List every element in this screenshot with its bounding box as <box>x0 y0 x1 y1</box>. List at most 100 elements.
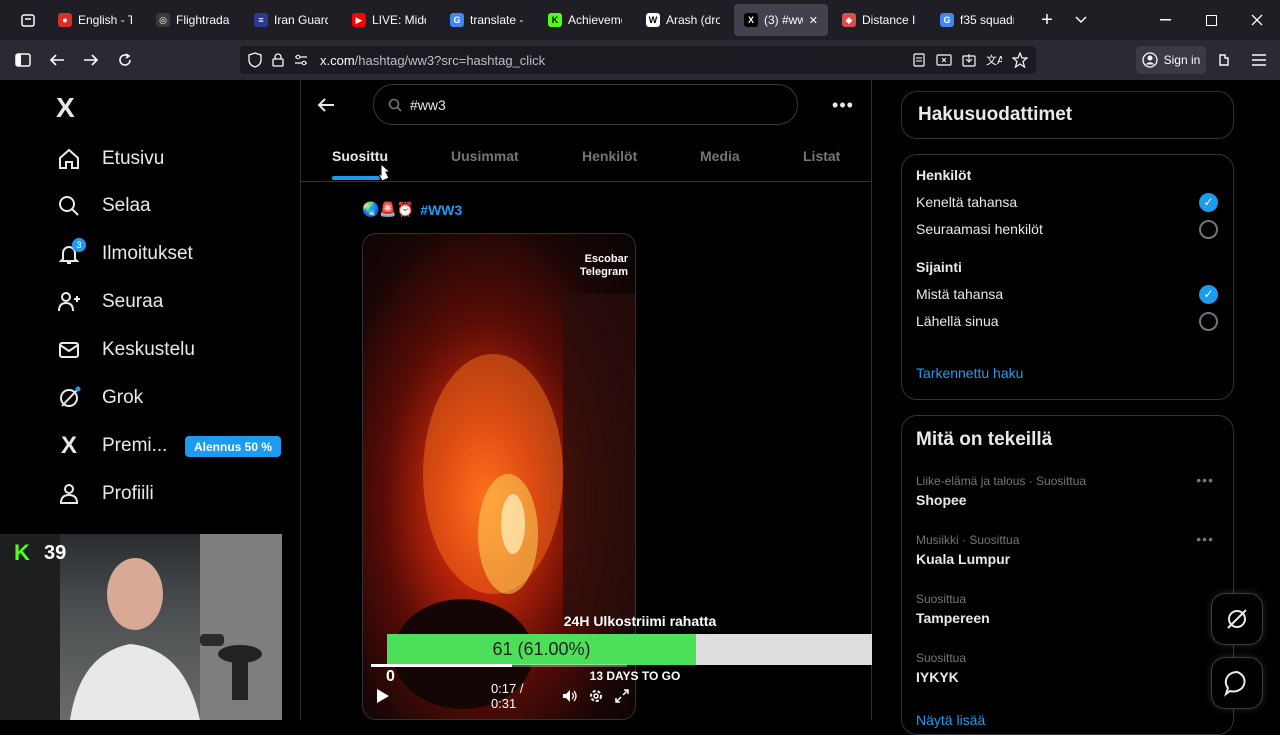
forward-icon[interactable] <box>74 43 108 77</box>
messages-floating-button[interactable] <box>1211 657 1263 709</box>
browser-tab[interactable]: Gf35 squadr <box>930 4 1024 36</box>
list-all-tabs-icon[interactable] <box>1064 3 1098 37</box>
video-progress-bar[interactable] <box>371 664 627 667</box>
grok-icon <box>56 385 82 411</box>
fullscreen-icon[interactable] <box>614 688 630 704</box>
settings-gear-icon[interactable] <box>588 688 604 704</box>
browser-tab[interactable]: ◎ Flightradar <box>146 4 240 36</box>
location-filter-heading: Sijainti <box>916 259 962 275</box>
tab-people[interactable]: Henkilöt <box>582 130 637 182</box>
trend-more-icon[interactable]: ••• <box>1196 472 1214 488</box>
browser-tab[interactable]: Gtranslate - <box>440 4 534 36</box>
filter-anyone[interactable]: Keneltä tahansa ✓ <box>916 192 1218 212</box>
radio-checked-icon[interactable]: ✓ <box>1199 192 1218 212</box>
close-tab-icon[interactable]: ✕ <box>809 14 818 27</box>
translate-icon[interactable]: 文A <box>986 53 1002 67</box>
active-tab-indicator <box>332 176 380 180</box>
nav-label-follow: Seuraa <box>102 291 164 312</box>
subathon-goal-title: 24H Ulkostriimi rahatta <box>563 613 717 629</box>
subathon-goal-value: 61 (61.00%) <box>492 639 591 659</box>
nav-item-grok[interactable]: Grok <box>56 378 143 418</box>
search-input[interactable]: #ww3 <box>373 84 798 125</box>
reload-icon[interactable] <box>108 43 142 77</box>
radio-unchecked-icon[interactable] <box>1199 219 1218 239</box>
extensions-icon[interactable] <box>1208 43 1242 77</box>
tab-label: English - T <box>78 13 132 27</box>
lock-icon[interactable] <box>272 53 284 67</box>
new-tab-button[interactable]: + <box>1030 3 1064 37</box>
nav-item-home[interactable]: Etusivu <box>56 139 164 179</box>
grok-floating-button[interactable] <box>1211 593 1263 645</box>
trend-item[interactable]: Musiikki · Suosittua Kuala Lumpur ••• <box>916 531 1218 567</box>
tab-label: LIVE: Midd <box>372 13 426 27</box>
notification-count-badge: 3 <box>72 238 86 252</box>
tab-overview-icon[interactable] <box>8 3 48 37</box>
advanced-search-link[interactable]: Tarkennettu haku <box>916 365 1023 381</box>
trend-name: Shopee <box>916 492 967 508</box>
browser-tab[interactable]: X (3) #ww ✕ <box>734 4 828 36</box>
premium-discount-badge[interactable]: Alennus 50 % <box>185 436 281 457</box>
nav-item-profile[interactable]: Profiili <box>56 474 154 514</box>
trend-meta: Liike-elämä ja talous · Suosittua <box>916 474 1087 488</box>
radio-checked-icon[interactable]: ✓ <box>1199 284 1218 304</box>
browser-tab[interactable]: ▶ LIVE: Midd <box>342 4 436 36</box>
browser-tab[interactable]: ≡ Iran Guard <box>244 4 338 36</box>
subathon-goal-bar: 61 (61.00%) <box>387 634 894 665</box>
post-hashtag-link[interactable]: #WW3 <box>420 202 462 218</box>
browser-tab[interactable]: K Achieveme <box>538 4 632 36</box>
tab-label: f35 squadr <box>960 13 1014 27</box>
nav-label-profile: Profiili <box>102 483 154 504</box>
menu-icon[interactable] <box>1242 43 1276 77</box>
sidebar-toggle-icon[interactable] <box>6 43 40 77</box>
more-options-icon[interactable]: ••• <box>830 92 856 118</box>
tab-favicon-icon: X <box>744 13 758 27</box>
filter-anywhere[interactable]: Mistä tahansa ✓ <box>916 284 1218 304</box>
browser-tab[interactable]: W Arash (dro <box>636 4 730 36</box>
filter-people-you-follow[interactable]: Seuraamasi henkilöt <box>916 219 1218 239</box>
trend-item[interactable]: Liike-elämä ja talous · Suosittua Shopee… <box>916 472 1218 508</box>
bookmark-star-icon[interactable] <box>1012 52 1028 68</box>
maximize-window-button[interactable] <box>1188 3 1234 37</box>
play-icon[interactable] <box>376 688 390 704</box>
trend-item[interactable]: Suosittua Tampereen <box>916 592 1218 626</box>
trend-item[interactable]: Suosittua IYKYK <box>916 651 1218 685</box>
tab-media[interactable]: Media <box>700 130 740 182</box>
video-progress-fill <box>371 664 512 667</box>
trend-name: Kuala Lumpur <box>916 551 1011 567</box>
nav-item-explore[interactable]: Selaa <box>56 186 151 226</box>
nav-item-messages[interactable]: Keskustelu <box>56 330 195 370</box>
tab-label: Iran Guard <box>274 13 328 27</box>
url-bar[interactable]: x.com/hashtag/ww3?src=hashtag_click 文A <box>240 46 1036 74</box>
minimize-window-button[interactable] <box>1142 3 1188 37</box>
nav-item-premium[interactable]: X Premi... <box>56 426 167 466</box>
radio-unchecked-icon[interactable] <box>1199 311 1218 331</box>
account-icon <box>1141 52 1158 68</box>
sign-in-label: Sign in <box>1163 53 1201 67</box>
tracking-protection-icon[interactable] <box>248 52 262 68</box>
back-arrow-icon[interactable] <box>309 88 343 122</box>
tab-label: Achieveme <box>568 13 622 27</box>
browser-tab[interactable]: ● English - T <box>48 4 142 36</box>
reader-view-icon[interactable] <box>912 53 926 67</box>
x-logo[interactable]: X <box>56 92 75 124</box>
show-more-link[interactable]: Näytä lisää <box>916 712 985 728</box>
save-to-pocket-icon[interactable] <box>962 53 976 67</box>
tab-latest[interactable]: Uusimmat <box>451 130 519 182</box>
nav-item-follow[interactable]: Seuraa <box>56 282 163 322</box>
screenshot-icon[interactable] <box>936 53 952 67</box>
volume-icon[interactable] <box>562 688 578 704</box>
close-window-button[interactable] <box>1234 3 1280 37</box>
tab-list: ● English - T ◎ Flightradar ≡ Iran Guard ▶ LIVE… <box>48 4 1024 36</box>
browser-tab[interactable]: ◆ Distance Is <box>832 4 926 36</box>
back-icon[interactable] <box>40 43 74 77</box>
tab-favicon-icon: K <box>548 13 562 27</box>
streamer-webcam <box>0 534 282 720</box>
permissions-icon[interactable] <box>294 54 308 66</box>
trend-more-icon[interactable]: ••• <box>1196 531 1214 547</box>
sign-in-button[interactable]: Sign in <box>1136 46 1206 74</box>
tab-label: (3) #ww <box>764 13 803 27</box>
watermark-line1: Escobar <box>584 253 628 265</box>
filter-anyone-label: Keneltä tahansa <box>916 194 1018 210</box>
filter-near-you[interactable]: Lähellä sinua <box>916 311 1218 331</box>
tab-lists[interactable]: Listat <box>803 130 840 182</box>
